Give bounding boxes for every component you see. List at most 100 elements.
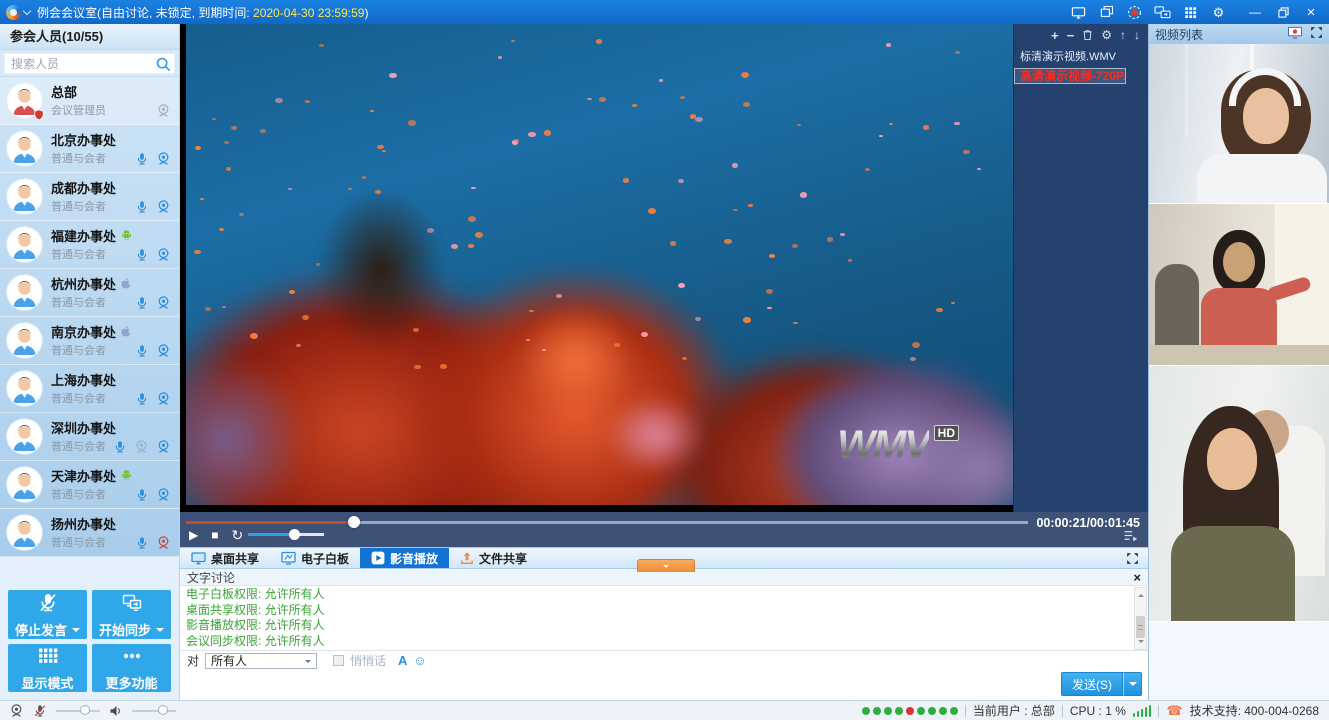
- more-functions-button[interactable]: 更多功能: [92, 644, 171, 693]
- move-up-icon[interactable]: ↑: [1120, 29, 1126, 41]
- playlist-toggle-icon[interactable]: [1123, 528, 1138, 543]
- display-mode-button[interactable]: 显示模式: [8, 644, 87, 693]
- recipient-select[interactable]: 所有人: [205, 653, 317, 669]
- collapse-handle[interactable]: [637, 559, 695, 572]
- camera-active-icon[interactable]: [156, 535, 171, 550]
- record-icon[interactable]: [1126, 4, 1143, 21]
- participant-row[interactable]: 福建办事处普通与会者: [0, 221, 179, 269]
- camera-icon[interactable]: [156, 439, 171, 454]
- tab-media-play[interactable]: 影音播放: [360, 548, 449, 568]
- tab-file-share[interactable]: 文件共享: [449, 548, 538, 568]
- tab-desktop-share[interactable]: 桌面共享: [180, 548, 270, 568]
- participant-row[interactable]: 南京办事处普通与会者: [0, 317, 179, 365]
- participant-row[interactable]: 北京办事处普通与会者: [0, 125, 179, 173]
- search-input[interactable]: [4, 53, 175, 74]
- mic-icon[interactable]: [135, 200, 149, 214]
- mic-icon[interactable]: [113, 440, 127, 454]
- volume-handle[interactable]: [289, 529, 300, 540]
- participant-row[interactable]: 深圳办事处普通与会者: [0, 413, 179, 461]
- trash-icon[interactable]: [1082, 29, 1093, 41]
- webcam-status-icon[interactable]: [8, 703, 24, 719]
- participant-row[interactable]: 总部会议管理员: [0, 77, 179, 125]
- remove-icon[interactable]: −: [1067, 29, 1075, 42]
- video-thumbnail-1[interactable]: [1149, 44, 1329, 204]
- stop-button[interactable]: ■: [211, 529, 218, 541]
- video-thumbnail-2[interactable]: [1149, 204, 1329, 366]
- start-sync-button[interactable]: 开始同步: [92, 590, 171, 639]
- speaker-volume-slider[interactable]: [132, 710, 176, 712]
- scroll-thumb[interactable]: [1136, 616, 1145, 638]
- speaker-icon[interactable]: [108, 703, 124, 719]
- add-icon[interactable]: +: [1051, 29, 1059, 42]
- camera-icon[interactable]: [156, 151, 171, 166]
- camera-icon[interactable]: [156, 295, 171, 310]
- participant-row[interactable]: 成都办事处普通与会者: [0, 173, 179, 221]
- fullscreen-expand-icon[interactable]: [1126, 552, 1139, 565]
- select-caret-icon: [305, 660, 311, 666]
- app-logo-icon[interactable]: [6, 5, 21, 20]
- restore-button[interactable]: [1271, 2, 1295, 22]
- layout-grid-icon: [37, 645, 59, 672]
- mic-icon[interactable]: [135, 344, 149, 358]
- cpu-label: CPU : 1 %: [1070, 704, 1126, 718]
- close-button[interactable]: ×: [1299, 2, 1323, 22]
- camera-icon[interactable]: [156, 487, 171, 502]
- camera-idle-icon[interactable]: [134, 439, 149, 454]
- camera-icon[interactable]: [156, 247, 171, 262]
- playlist-item[interactable]: 标清演示视频.WMV: [1014, 46, 1148, 68]
- send-button[interactable]: 发送(S): [1061, 672, 1123, 696]
- current-user-label: 当前用户 : 总部: [973, 702, 1055, 719]
- font-button[interactable]: A: [398, 653, 407, 668]
- speaker-slider-knob[interactable]: [158, 705, 168, 715]
- action-button-label: 开始同步: [99, 624, 164, 637]
- camera-idle-icon[interactable]: [156, 103, 171, 118]
- emoji-button[interactable]: [413, 654, 426, 667]
- participant-row[interactable]: 扬州办事处普通与会者: [0, 509, 179, 557]
- replay-button[interactable]: ↻: [231, 528, 243, 542]
- mic-icon[interactable]: [135, 536, 149, 550]
- chat-close-icon[interactable]: [1133, 571, 1141, 584]
- scroll-down-icon[interactable]: [1138, 640, 1144, 646]
- play-button[interactable]: ▶: [189, 529, 198, 541]
- seek-bar[interactable]: [186, 521, 1028, 524]
- window-mode-icon[interactable]: [1098, 4, 1115, 21]
- participant-row[interactable]: 上海办事处普通与会者: [0, 365, 179, 413]
- screen-share-icon[interactable]: [1070, 4, 1087, 21]
- seek-handle[interactable]: [348, 516, 360, 528]
- chat-message: 影音播放权限: 允许所有人: [186, 618, 1127, 634]
- minimize-button[interactable]: —: [1243, 2, 1267, 22]
- volume-slider[interactable]: [248, 533, 324, 536]
- logo-menu-chevron-icon[interactable]: [23, 6, 31, 14]
- mic-icon[interactable]: [135, 296, 149, 310]
- playlist-item[interactable]: 高清演示视频-720P.wmv删除: [1014, 68, 1126, 84]
- chat-input[interactable]: [180, 670, 1148, 700]
- sync-icon[interactable]: [1154, 4, 1171, 21]
- scroll-up-icon[interactable]: [1138, 591, 1144, 597]
- camera-icon[interactable]: [156, 391, 171, 406]
- move-down-icon[interactable]: ↓: [1134, 29, 1140, 41]
- settings-icon[interactable]: ⚙: [1101, 29, 1112, 41]
- tab-whiteboard[interactable]: 电子白板: [270, 548, 360, 568]
- mic-volume-slider[interactable]: [56, 710, 100, 712]
- participant-row[interactable]: 天津办事处普通与会者: [0, 461, 179, 509]
- mic-slider-knob[interactable]: [80, 705, 90, 715]
- search-icon[interactable]: [155, 56, 171, 72]
- whisper-checkbox[interactable]: [333, 655, 344, 666]
- video-expand-icon[interactable]: [1310, 26, 1323, 42]
- camera-icon[interactable]: [156, 343, 171, 358]
- send-options-button[interactable]: [1123, 672, 1142, 696]
- mic-icon[interactable]: [135, 152, 149, 166]
- camera-icon[interactable]: [156, 199, 171, 214]
- chat-scrollbar[interactable]: [1134, 587, 1147, 650]
- mic-icon[interactable]: [135, 392, 149, 406]
- avatar: [6, 466, 43, 503]
- settings-gear-icon[interactable]: ⚙: [1210, 4, 1227, 21]
- video-thumbnail-3[interactable]: [1149, 366, 1329, 622]
- mic-icon[interactable]: [135, 488, 149, 502]
- layout-grid-icon[interactable]: [1182, 4, 1199, 21]
- mic-muted-status-icon[interactable]: [32, 703, 48, 719]
- participant-row[interactable]: 杭州办事处普通与会者: [0, 269, 179, 317]
- mic-icon[interactable]: [135, 248, 149, 262]
- video-monitor-icon[interactable]: [1287, 26, 1303, 42]
- stop-speaking-button[interactable]: 停止发言: [8, 590, 87, 639]
